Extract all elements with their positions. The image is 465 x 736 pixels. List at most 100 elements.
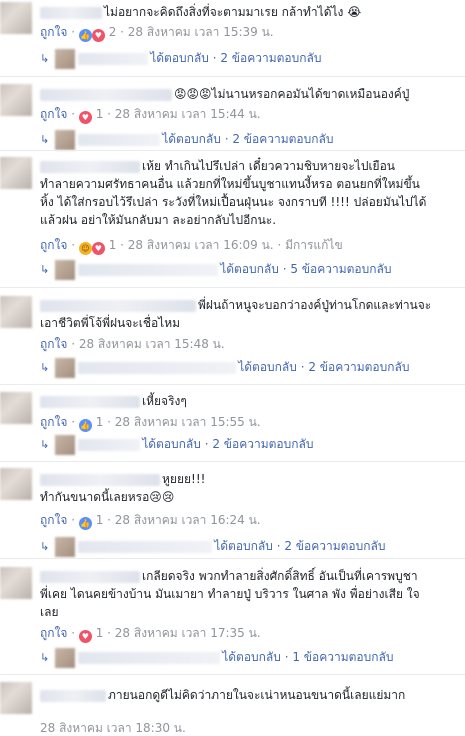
comment-meta: ถูกใจ · ♥ 1 · 28 สิงหาคม เวลา 17:35 น.	[40, 626, 261, 643]
reply-avatar	[55, 434, 76, 455]
comment-body: ไม่อยากจะคิดถึงสิ่งที่จะตามมาเรย กล้าทำไ…	[104, 5, 362, 19]
love-reaction-icon: ♥	[78, 111, 92, 124]
reply-arrow-icon: ↳	[40, 133, 50, 146]
reply-avatar	[55, 48, 76, 69]
reply-summary[interactable]: ↳ ได้ตอบกลับ · 2 ข้อความตอบกลับ	[40, 534, 385, 558]
reply-summary[interactable]: ↳ ได้ตอบกลับ · 2 ข้อความตอบกลับ	[40, 46, 321, 70]
commenter-name[interactable]	[40, 473, 160, 486]
reply-name	[78, 651, 221, 664]
divider	[0, 287, 465, 288]
reply-summary[interactable]: ↳ ได้ตอบกลับ · 2 ข้อความตอบกลับ	[40, 432, 313, 456]
comment-time[interactable]: 28 สิงหาคม เวลา 15:55 น.	[115, 415, 261, 429]
comment-text: หูยยย!!! ทำกันขนาดนี้เลยหรอ😢😢	[40, 470, 459, 506]
comment-text: ไม่อยากจะคิดถึงสิ่งที่จะตามมาเรย กล้าทำไ…	[40, 3, 459, 21]
divider	[0, 461, 465, 462]
avatar[interactable]	[0, 468, 32, 500]
reply-name	[78, 52, 149, 65]
comment-time[interactable]: 28 สิงหาคม เวลา 16:24 น.	[115, 513, 261, 527]
avatar[interactable]	[0, 84, 32, 116]
comment-body: เกลียดจริง พวกทำลายสิ่งศักดิ์สิทธิ์ อันเ…	[142, 569, 418, 583]
comment: เกลียดจริง พวกทำลายสิ่งศักดิ์สิทธิ์ อันเ…	[0, 565, 465, 675]
reply-avatar	[55, 357, 76, 378]
comment-body: พี่ฝนถ้าหนูจะบอกว่าองค์ปู่ท่านโกดและท่าน…	[198, 298, 432, 312]
comment-time[interactable]: 28 สิงหาคม เวลา 18:30 น.	[40, 721, 186, 735]
comment-body: แล้วฝน อย่าให้มันกลับมา ละอย่ากลับไปอีกน…	[40, 213, 277, 227]
reaction-count[interactable]: 1	[96, 513, 104, 527]
comment-time[interactable]: 28 สิงหาคม เวลา 16:09 น. · มีการแก้ไข	[128, 238, 343, 252]
avatar[interactable]	[0, 157, 32, 189]
like-button[interactable]: ถูกใจ	[40, 513, 67, 527]
avatar[interactable]	[0, 296, 32, 328]
reply-count-link[interactable]: ได้ตอบกลับ · 2 ข้อความตอบกลับ	[214, 539, 385, 553]
comment: 😡😡😡ไม่นานหรอกคอมันได้ขาดเหมือนองค์ปู่ ถู…	[0, 82, 465, 152]
comment-body: ภายนอกดูดีไม่คิดว่าภายในจะเน่าหนอนขนาดนี…	[108, 688, 406, 702]
comment-text: พี่ฝนถ้าหนูจะบอกว่าองค์ปู่ท่านโกดและท่าน…	[40, 296, 459, 332]
comment-body: เหี้ยจริงๆ	[142, 394, 187, 408]
love-reaction-icon: ♥	[91, 29, 105, 42]
like-button[interactable]: ถูกใจ	[40, 25, 67, 39]
reaction-count[interactable]: 1	[109, 238, 117, 252]
comment: เห้ย ทำเกินไปรึเปล่า เดี๋ยวความชิบหายจะไ…	[0, 155, 465, 285]
reply-avatar	[55, 647, 76, 668]
reply-count-link[interactable]: ได้ตอบกลับ · 2 ข้อความตอบกลับ	[142, 437, 313, 451]
comment-meta: ถูกใจ · 👍 1 · 28 สิงหาคม เวลา 16:24 น.	[40, 513, 261, 530]
comment-time[interactable]: 28 สิงหาคม เวลา 17:35 น.	[115, 626, 261, 640]
like-button[interactable]: ถูกใจ	[40, 337, 67, 351]
like-button[interactable]: ถูกใจ	[40, 238, 67, 252]
reply-count-link[interactable]: ได้ตอบกลับ · 2 ข้อความตอบกลับ	[162, 132, 333, 146]
comment-time[interactable]: 28 สิงหาคม เวลา 15:48 น.	[79, 337, 225, 351]
like-button[interactable]: ถูกใจ	[40, 107, 67, 121]
avatar[interactable]	[0, 682, 32, 714]
reply-arrow-icon: ↳	[40, 540, 50, 553]
divider	[0, 384, 465, 385]
reaction-count[interactable]: 1	[96, 415, 104, 429]
commenter-name[interactable]	[40, 160, 140, 173]
reply-arrow-icon: ↳	[40, 651, 50, 664]
comment-text: ภายนอกดูดีไม่คิดว่าภายในจะเน่าหนอนขนาดนี…	[40, 686, 459, 704]
reply-name	[78, 263, 219, 276]
reply-summary[interactable]: ↳ ได้ตอบกลับ · 5 ข้อความตอบกลับ	[40, 257, 391, 281]
comment-body: ทำลายความศรัทธาคนอื่น แล้วยกที่ใหม่ขึ้นบ…	[40, 177, 420, 191]
reply-arrow-icon: ↳	[40, 361, 50, 374]
commenter-name[interactable]	[40, 6, 102, 19]
comment-text: เกลียดจริง พวกทำลายสิ่งศักดิ์สิทธิ์ อันเ…	[40, 567, 459, 621]
reply-count-link[interactable]: ได้ตอบกลับ · 5 ข้อความตอบกลับ	[220, 262, 391, 276]
reply-count-link[interactable]: ได้ตอบกลับ · 2 ข้อความตอบกลับ	[150, 51, 321, 65]
reply-count-link[interactable]: ได้ตอบกลับ · 1 ข้อความตอบกลับ	[222, 650, 393, 664]
reply-avatar	[55, 129, 76, 150]
reply-arrow-icon: ↳	[40, 52, 50, 65]
commenter-name[interactable]	[40, 395, 140, 408]
comment-body: เห้ย ทำเกินไปรึเปล่า เดี๋ยวความชิบหายจะไ…	[142, 159, 395, 173]
like-button[interactable]: ถูกใจ	[40, 626, 67, 640]
reply-name	[78, 361, 237, 374]
comment-meta: ถูกใจ · 👍 ♥ 2 · 28 สิงหาคม เวลา 15:39 น.	[40, 25, 274, 42]
reply-count-link[interactable]: ได้ตอบกลับ · 2 ข้อความตอบกลับ	[238, 360, 409, 374]
comment-time[interactable]: 28 สิงหาคม เวลา 15:39 น.	[128, 25, 274, 39]
avatar[interactable]	[0, 2, 32, 34]
reply-summary[interactable]: ↳ ได้ตอบกลับ · 2 ข้อความตอบกลับ	[40, 355, 409, 379]
avatar[interactable]	[0, 392, 32, 424]
divider	[0, 674, 465, 675]
like-button[interactable]: ถูกใจ	[40, 415, 67, 429]
comment-body: หูยยย!!!	[162, 472, 206, 486]
commenter-name[interactable]	[40, 689, 106, 702]
comment-meta: ถูกใจ · ☺ ♥ 1 · 28 สิงหาคม เวลา 16:09 น. …	[40, 238, 343, 255]
reaction-count[interactable]: 2	[109, 25, 117, 39]
like-reaction-icon: 👍	[78, 517, 92, 530]
comment-text: เหี้ยจริงๆ	[40, 392, 459, 410]
comment-meta: 28 สิงหาคม เวลา 18:30 น.	[40, 720, 186, 736]
love-reaction-icon: ♥	[78, 630, 92, 643]
reply-summary[interactable]: ↳ ได้ตอบกลับ · 2 ข้อความตอบกลับ	[40, 127, 333, 151]
comment-text: 😡😡😡ไม่นานหรอกคอมันได้ขาดเหมือนองค์ปู่	[40, 85, 459, 103]
avatar[interactable]	[0, 567, 32, 599]
commenter-name[interactable]	[40, 88, 172, 101]
reply-summary[interactable]: ↳ ได้ตอบกลับ · 1 ข้อความตอบกลับ	[40, 645, 393, 669]
divider	[0, 150, 465, 151]
comment-time[interactable]: 28 สิงหาคม เวลา 15:44 น.	[115, 107, 261, 121]
reaction-count[interactable]: 1	[96, 107, 104, 121]
commenter-name[interactable]	[40, 299, 196, 312]
reaction-count[interactable]: 1	[96, 626, 104, 640]
commenter-name[interactable]	[40, 570, 140, 583]
comment-meta: ถูกใจ · 28 สิงหาคม เวลา 15:48 น.	[40, 337, 225, 351]
reply-name	[78, 438, 141, 451]
